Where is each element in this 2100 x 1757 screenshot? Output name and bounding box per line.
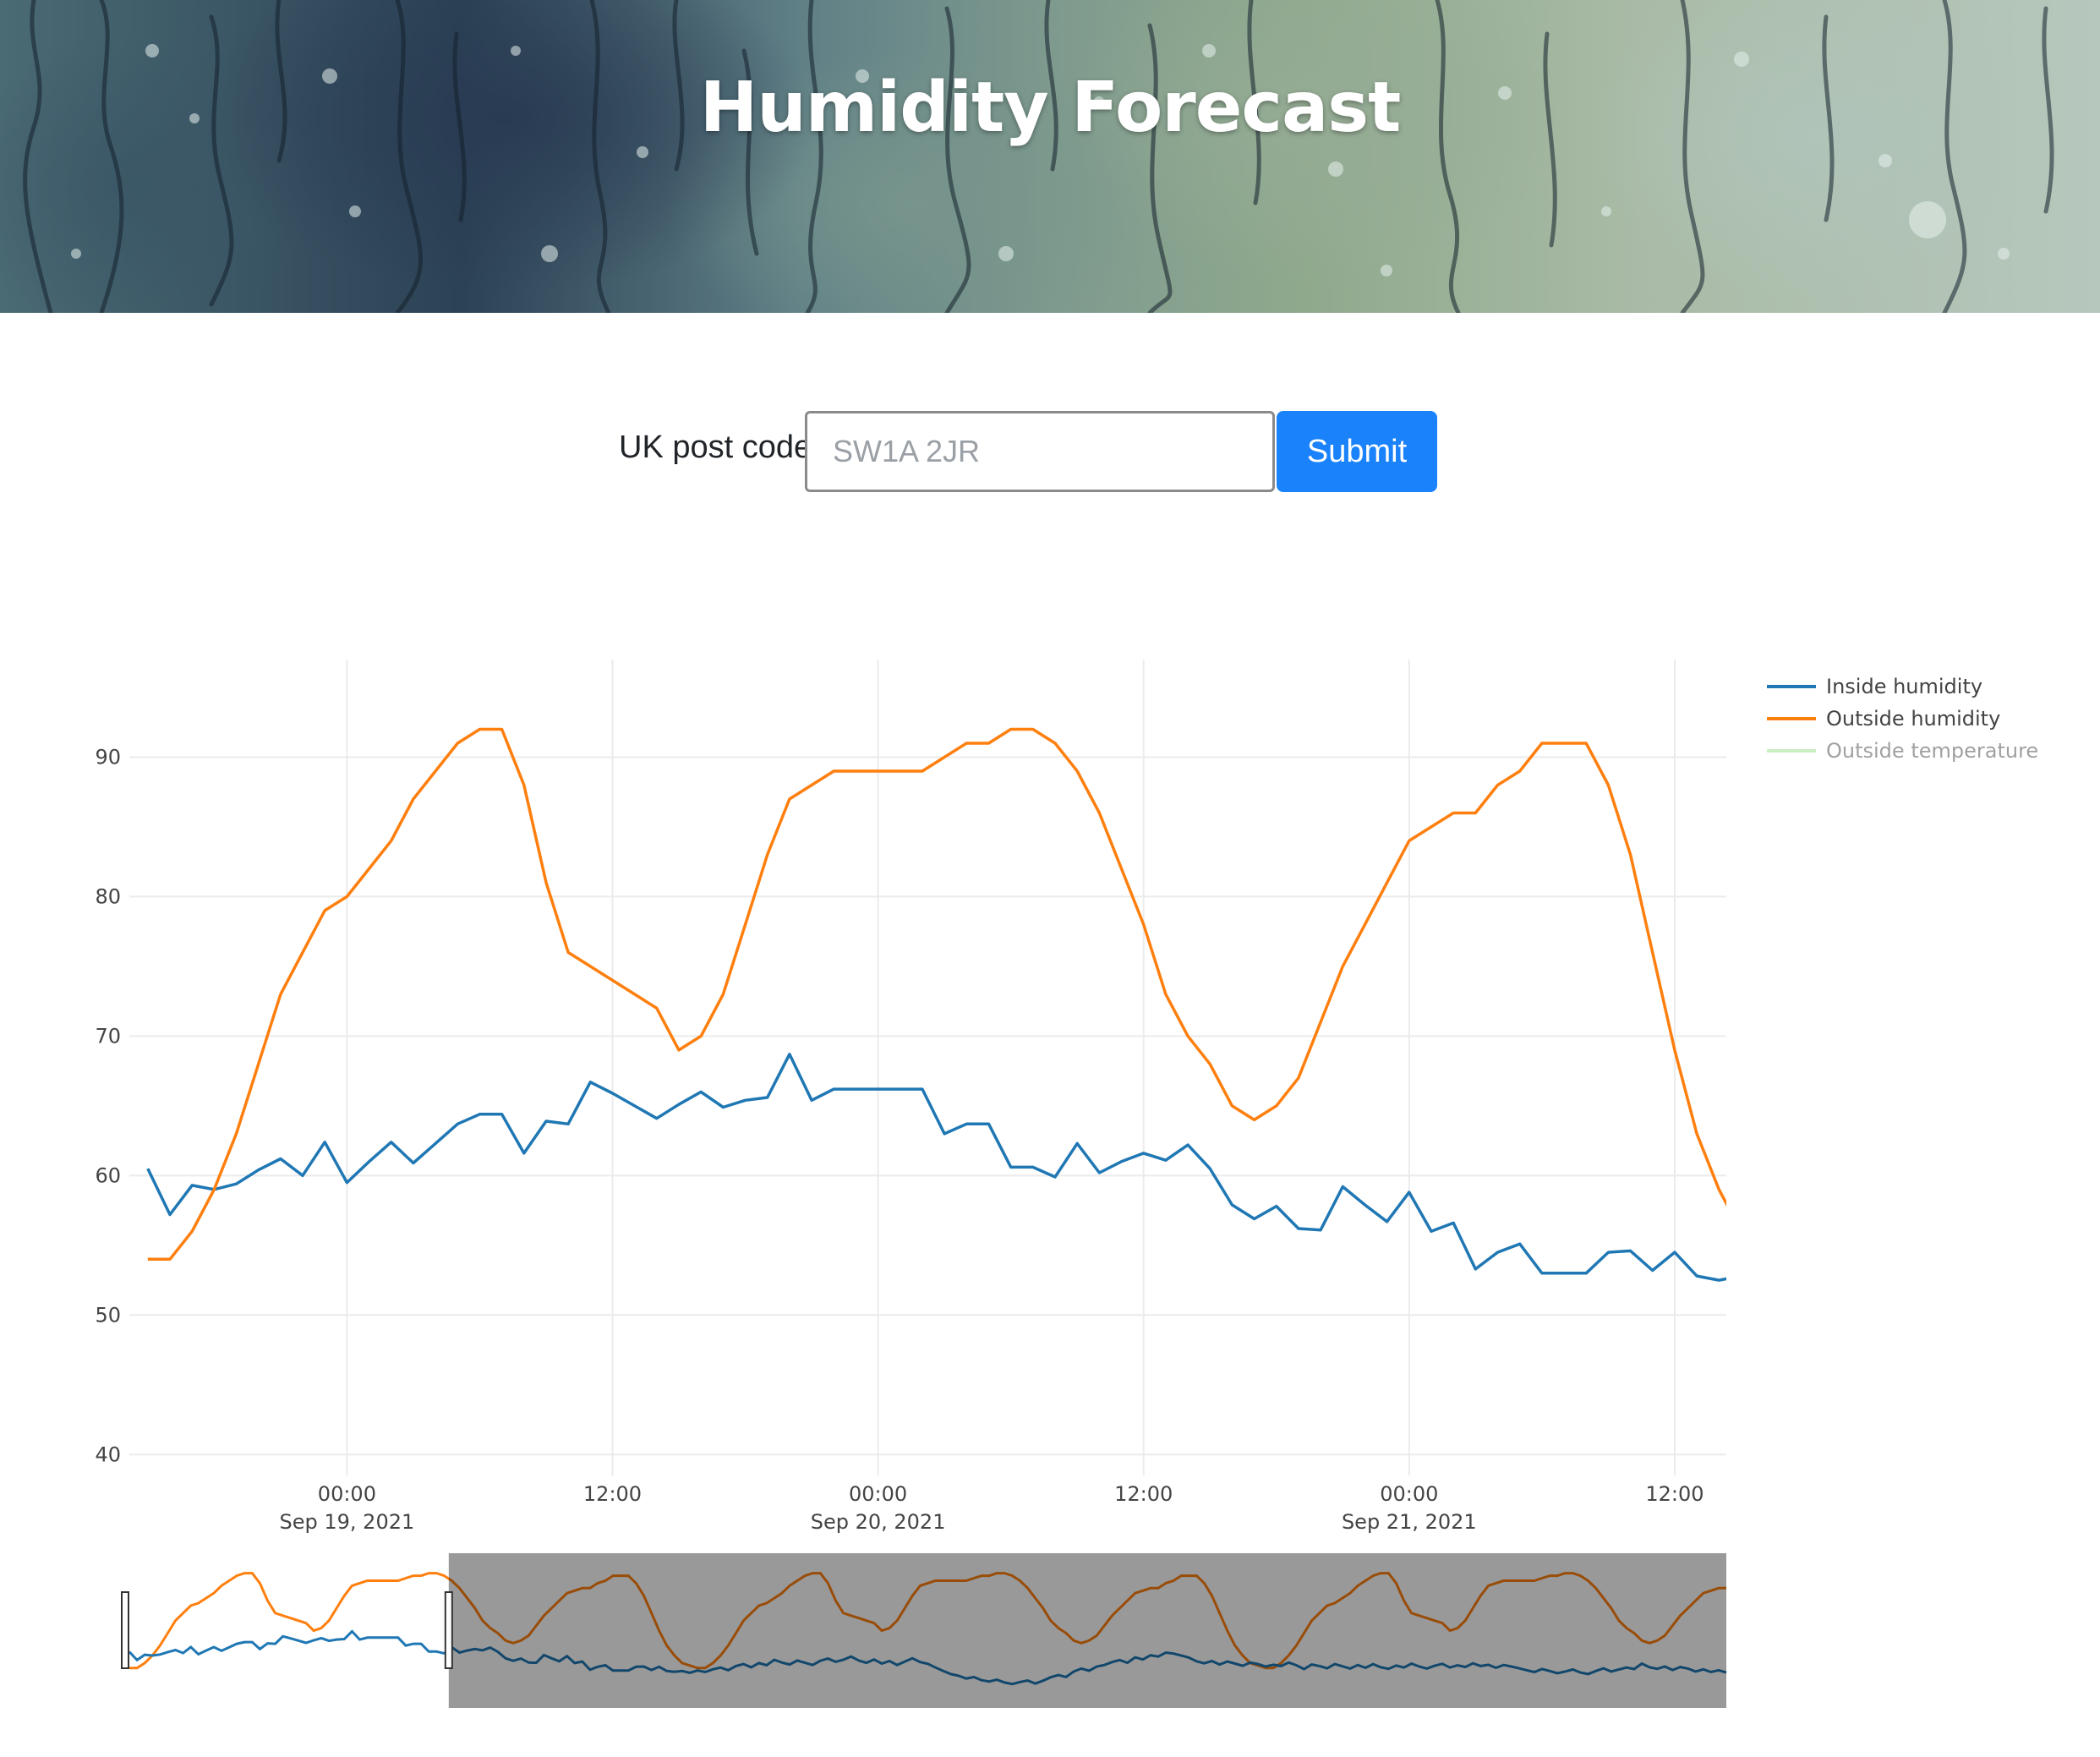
x-tick-date-label: Sep 21, 2021: [1342, 1510, 1477, 1534]
x-tick-date-label: Sep 19, 2021: [280, 1510, 415, 1534]
range-slider[interactable]: [121, 1553, 1727, 1708]
y-tick-label: 50: [95, 1303, 121, 1327]
x-tick-label: 00:00: [318, 1482, 376, 1506]
postcode-form: UK post code Submit: [0, 411, 2100, 492]
range-slider-right-handle[interactable]: [444, 1591, 453, 1669]
postcode-input[interactable]: [805, 411, 1275, 492]
x-tick-label: 12:00: [1114, 1482, 1173, 1506]
x-tick-date-label: Sep 20, 2021: [811, 1510, 946, 1534]
x-tick-label: 00:00: [849, 1482, 907, 1506]
x-tick-label: 12:00: [1645, 1482, 1704, 1506]
y-tick-label: 90: [95, 745, 121, 769]
legend-item[interactable]: Inside humidity: [1767, 675, 1982, 698]
y-tick-label: 40: [95, 1442, 121, 1466]
range-slider-mask: [448, 1553, 1726, 1708]
range-slider-left-handle[interactable]: [121, 1591, 129, 1669]
hero-banner: Humidity Forecast: [0, 0, 2100, 313]
legend-label: Inside humidity: [1826, 675, 1982, 698]
y-tick-label: 60: [95, 1163, 121, 1187]
chart-gridlines: [129, 660, 1726, 1475]
legend-item[interactable]: Outside temperature: [1767, 739, 2038, 763]
postcode-label: UK post code: [619, 430, 812, 465]
x-tick-label: 12:00: [583, 1482, 642, 1506]
y-axis: 40 50 60 70 80 90: [95, 745, 121, 1466]
legend-item[interactable]: Outside humidity: [1767, 707, 2000, 731]
x-axis: 00:00 Sep 19, 2021 12:00 00:00 Sep 20, 2021 1…: [280, 1482, 1704, 1534]
y-tick-label: 80: [95, 884, 121, 908]
chart-legend: Inside humidity Outside humidity Outside t…: [1767, 675, 2038, 763]
page-title: Humidity Forecast: [699, 68, 1402, 148]
humidity-chart: 405060708090 00:00Sep 19, 202112:00 00:00…: [95, 660, 2038, 1708]
series-line-0[interactable]: [146, 1053, 1764, 1286]
rain-drops-texture: [23, 0, 2054, 313]
y-tick-label: 70: [95, 1024, 121, 1048]
x-tick-label: 00:00: [1380, 1482, 1438, 1506]
legend-label: Outside humidity: [1826, 707, 2000, 731]
series-line-1[interactable]: [147, 727, 1764, 1262]
submit-button[interactable]: Submit: [1277, 411, 1437, 492]
chart-series[interactable]: [146, 727, 1764, 1286]
legend-label: Outside temperature: [1826, 739, 2038, 763]
